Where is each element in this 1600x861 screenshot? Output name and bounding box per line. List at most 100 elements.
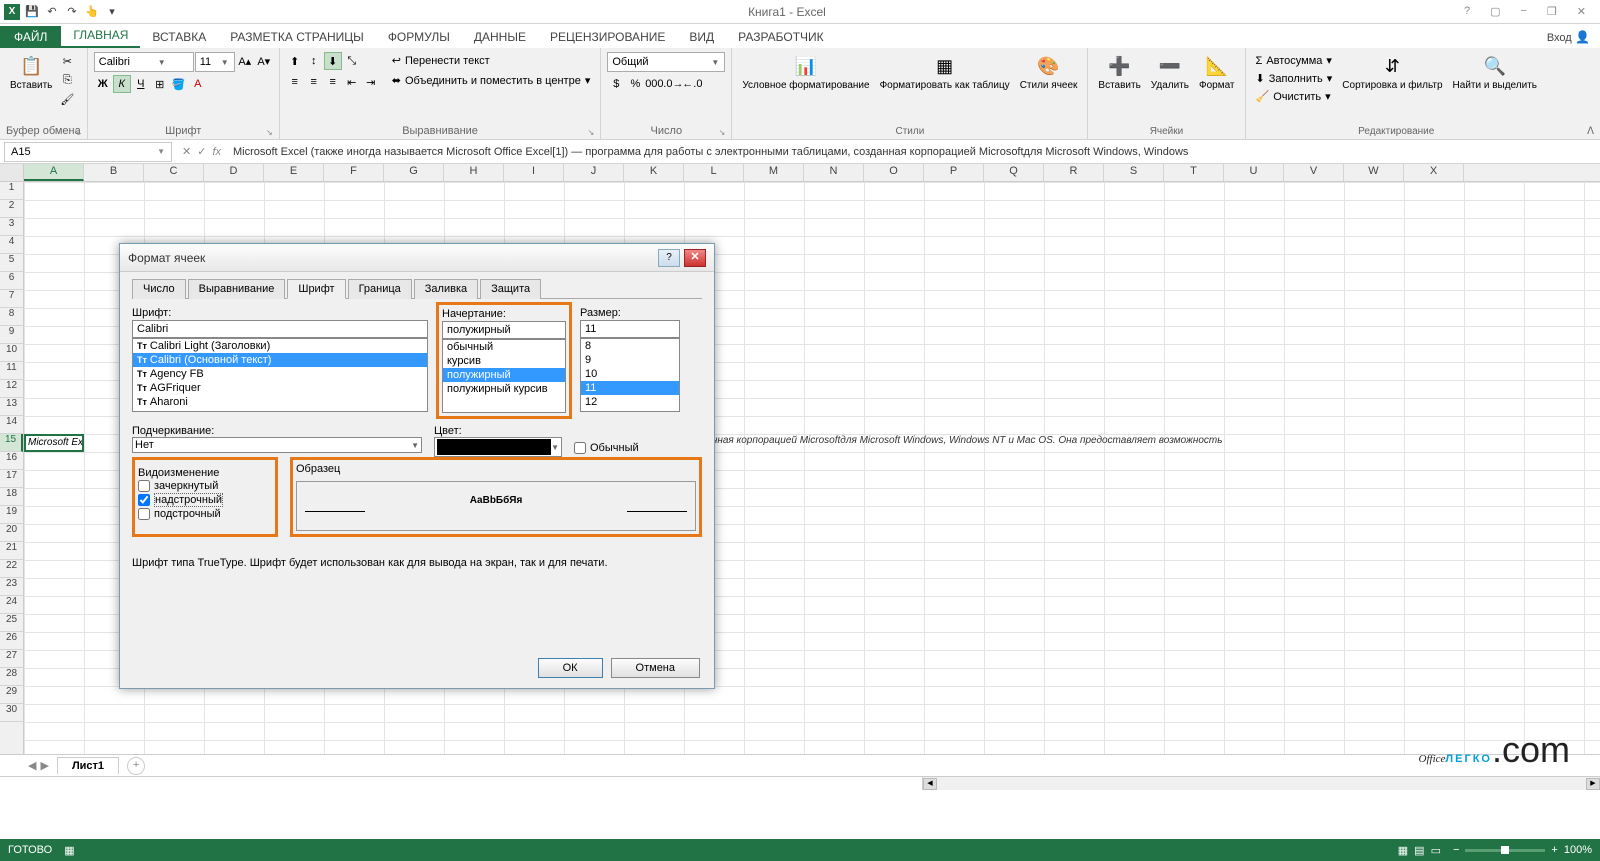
column-header[interactable]: Q [984,164,1044,181]
macro-icon[interactable]: ▦ [64,844,74,857]
column-header[interactable]: K [624,164,684,181]
column-header[interactable]: L [684,164,744,181]
wrap-text-button[interactable]: ↩Перенести текст [388,52,595,69]
row-header[interactable]: 30 [0,704,23,722]
row-header[interactable]: 9 [0,326,23,344]
column-header[interactable]: G [384,164,444,181]
list-item[interactable]: 14 [581,409,679,412]
copy-icon[interactable]: ⎘ [58,71,76,89]
tab-view[interactable]: ВИД [677,26,726,48]
row-header[interactable]: 24 [0,596,23,614]
list-item[interactable]: Tᴛ Calibri Light (Заголовки) [133,339,427,353]
borders-icon[interactable]: ⊞ [151,75,169,93]
column-header[interactable]: J [564,164,624,181]
row-header[interactable]: 14 [0,416,23,434]
launcher-icon[interactable]: ↘ [719,128,726,137]
align-bottom-icon[interactable]: ⬇ [324,52,342,70]
column-header[interactable]: P [924,164,984,181]
indent-dec-icon[interactable]: ⇤ [343,73,361,91]
comma-icon[interactable]: 000 [645,75,663,93]
dlg-tab-border[interactable]: Граница [348,279,412,299]
list-item[interactable]: полужирный [443,368,565,382]
row-header[interactable]: 3 [0,218,23,236]
list-item[interactable]: курсив [443,354,565,368]
currency-icon[interactable]: $ [607,75,625,93]
column-header[interactable]: I [504,164,564,181]
format-table-button[interactable]: ▦Форматировать как таблицу [876,52,1014,93]
row-header[interactable]: 4 [0,236,23,254]
list-item[interactable]: 10 [581,367,679,381]
row-header[interactable]: 12 [0,380,23,398]
subscript-checkbox[interactable] [138,508,150,520]
format-cells-button[interactable]: 📐Формат [1195,52,1239,93]
conditional-format-button[interactable]: 📊Условное форматирование [738,52,873,93]
column-header[interactable]: N [804,164,864,181]
row-header[interactable]: 16 [0,452,23,470]
grow-font-icon[interactable]: A▴ [236,52,254,70]
number-format-combo[interactable]: ▼ [607,52,725,72]
collapse-ribbon-icon[interactable]: ᐱ [1587,126,1594,137]
tab-home[interactable]: ГЛАВНАЯ [61,24,140,48]
clear-button[interactable]: 🧹Очистить ▾ [1252,88,1337,105]
dialog-close-icon[interactable]: ✕ [684,249,706,267]
font-style-input[interactable] [442,321,566,339]
list-item[interactable]: Tᴛ Aharoni [133,395,427,409]
save-icon[interactable]: 💾 [24,4,40,20]
column-header[interactable]: W [1344,164,1404,181]
formula-input[interactable]: Microsoft Excel (также иногда называется… [227,144,1600,160]
align-center-icon[interactable]: ≡ [305,73,323,91]
align-right-icon[interactable]: ≡ [324,73,342,91]
font-color-icon[interactable]: A [189,75,207,93]
underline-button[interactable]: Ч [132,75,150,93]
list-item[interactable]: Tᴛ AGFriquer [133,381,427,395]
launcher-icon[interactable]: ↘ [74,128,81,137]
row-header[interactable]: 21 [0,542,23,560]
dec-decimal-icon[interactable]: ←.0 [683,75,701,93]
superscript-checkbox[interactable] [138,494,150,506]
row-header[interactable]: 10 [0,344,23,362]
name-box[interactable]: A15▼ [4,142,172,162]
row-header[interactable]: 19 [0,506,23,524]
row-header[interactable]: 13 [0,398,23,416]
tab-data[interactable]: ДАННЫЕ [462,26,538,48]
color-select[interactable]: ▼ [434,437,562,457]
column-header[interactable]: R [1044,164,1104,181]
tab-formulas[interactable]: ФОРМУЛЫ [376,26,462,48]
list-item[interactable]: 12 [581,395,679,409]
undo-icon[interactable]: ↶ [44,4,60,20]
fill-color-icon[interactable]: 🪣 [170,75,188,93]
sort-filter-button[interactable]: ⇵Сортировка и фильтр [1338,52,1446,93]
column-header[interactable]: A [24,164,84,181]
row-header[interactable]: 11 [0,362,23,380]
column-header[interactable]: C [144,164,204,181]
paste-button[interactable]: 📋 Вставить [6,52,56,93]
tab-developer[interactable]: РАЗРАБОТЧИК [726,26,836,48]
row-header[interactable]: 29 [0,686,23,704]
zoom-in-icon[interactable]: + [1551,844,1557,856]
cancel-button[interactable]: Отмена [611,658,700,678]
cell-styles-button[interactable]: 🎨Стили ячеек [1016,52,1082,93]
list-item[interactable]: обычный [443,340,565,354]
font-size-combo[interactable]: ▼ [195,52,235,72]
close-icon[interactable]: ✕ [1571,3,1592,20]
list-item[interactable]: полужирный курсив [443,382,565,396]
row-header[interactable]: 23 [0,578,23,596]
indent-inc-icon[interactable]: ⇥ [362,73,380,91]
column-header[interactable]: F [324,164,384,181]
column-header[interactable]: X [1404,164,1464,181]
orientation-icon[interactable]: ⤡ [343,52,361,70]
column-header[interactable]: U [1224,164,1284,181]
touch-mode-icon[interactable]: 👆 [84,4,100,20]
shrink-font-icon[interactable]: A▾ [255,52,273,70]
column-header[interactable]: H [444,164,504,181]
dlg-tab-number[interactable]: Число [132,279,186,299]
dlg-tab-fill[interactable]: Заливка [414,279,478,299]
percent-icon[interactable]: % [626,75,644,93]
zoom-out-icon[interactable]: − [1453,844,1459,856]
underline-select[interactable]: Нет▼ [132,437,422,453]
bold-button[interactable]: Ж [94,75,112,93]
list-item[interactable]: Tᴛ Calibri (Основной текст) [133,353,427,367]
cancel-icon[interactable]: ✕ [182,145,191,158]
active-cell[interactable]: Microsoft Excel ( [24,434,84,452]
column-header[interactable]: M [744,164,804,181]
